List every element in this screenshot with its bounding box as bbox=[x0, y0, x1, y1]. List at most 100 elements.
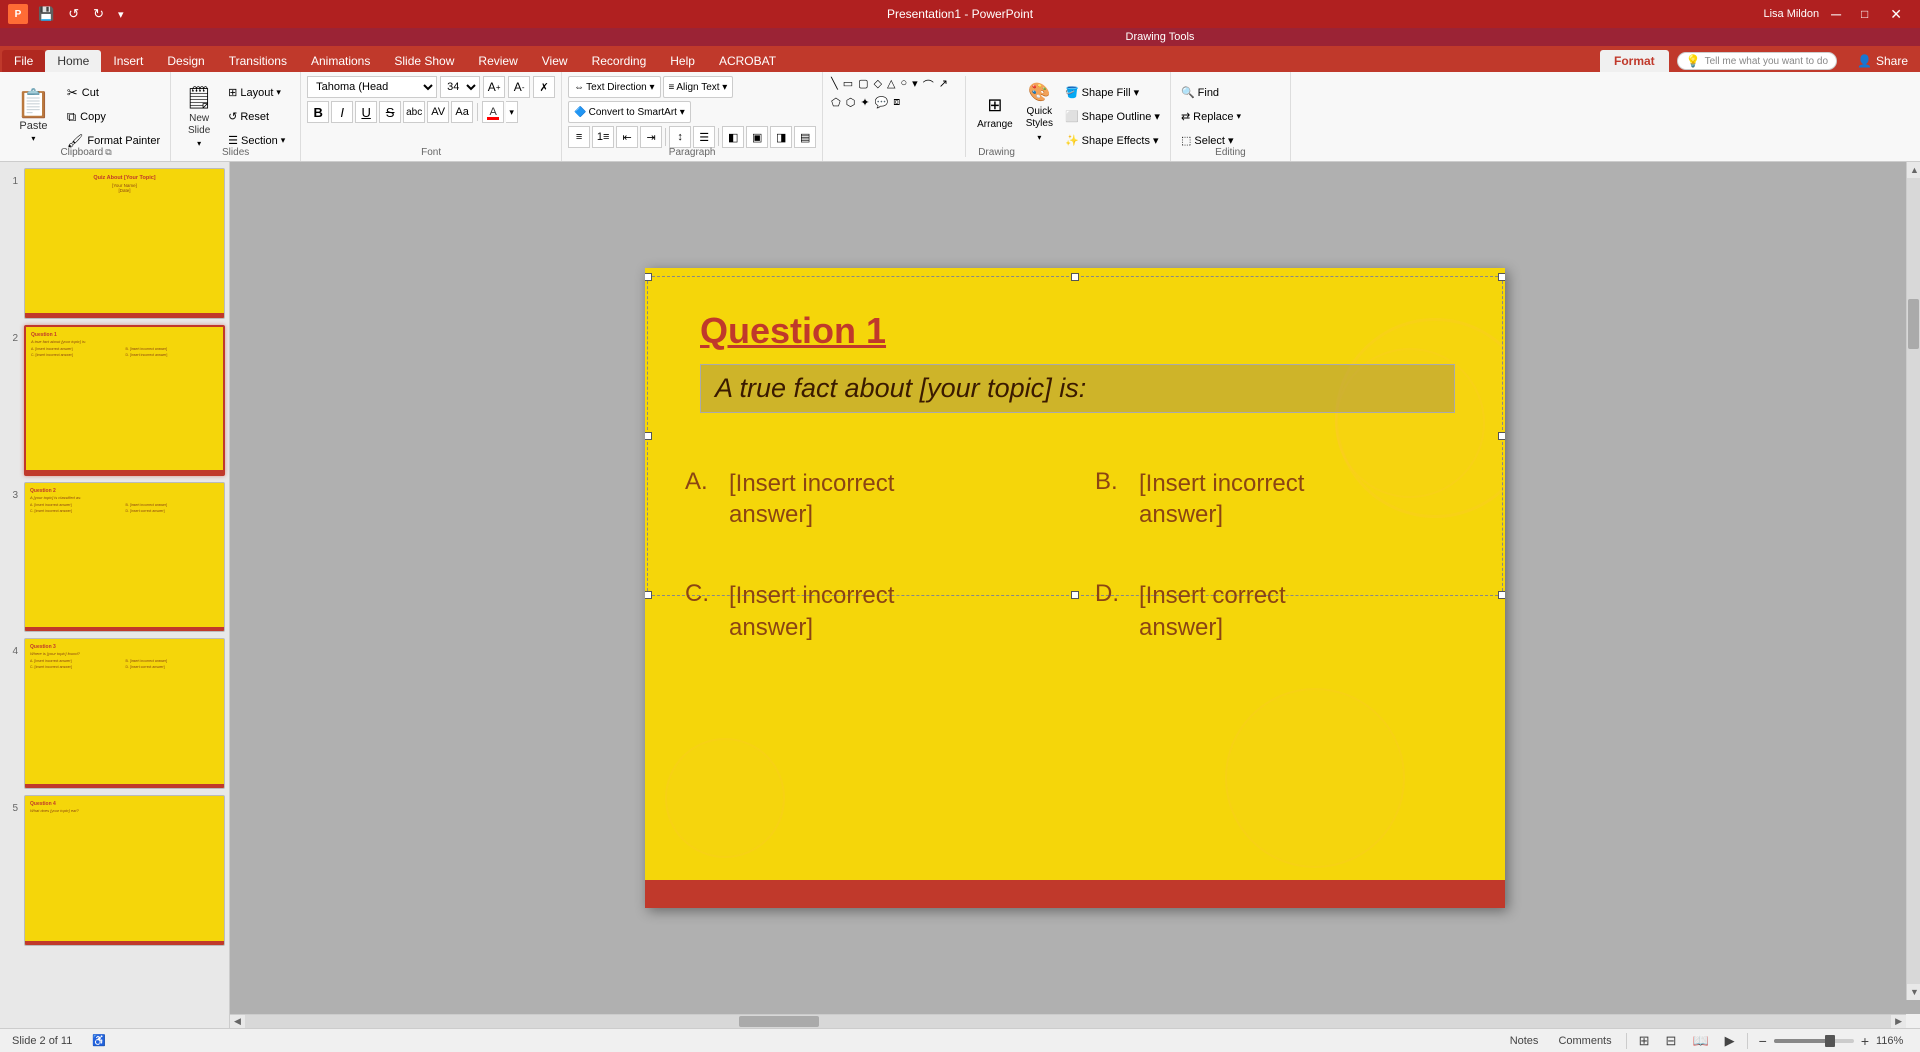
zoom-out-btn[interactable]: − bbox=[1756, 1033, 1770, 1049]
reset-btn[interactable]: ↺Reset bbox=[224, 106, 289, 128]
decrease-indent-btn[interactable]: ⇤ bbox=[616, 126, 638, 148]
decrease-font-btn[interactable]: A- bbox=[508, 76, 530, 98]
layout-btn[interactable]: ⊞Layout▾ bbox=[224, 82, 289, 104]
arrange-btn[interactable]: ⊞ Arrange bbox=[972, 76, 1018, 148]
handle-tl[interactable] bbox=[645, 273, 652, 281]
scroll-right-btn[interactable]: ▶ bbox=[1891, 1014, 1906, 1028]
reading-view-btn[interactable]: 📖 bbox=[1688, 1031, 1712, 1051]
answer-a[interactable]: A. [Insert incorrectanswer] bbox=[685, 468, 1055, 530]
scroll-thumb-h[interactable] bbox=[739, 1016, 819, 1027]
shape-outline-btn[interactable]: ⬜Shape Outline ▾ bbox=[1061, 106, 1164, 128]
tab-file[interactable]: File bbox=[2, 50, 45, 72]
scroll-thumb-v[interactable] bbox=[1908, 299, 1919, 349]
share-btn[interactable]: 👤Share bbox=[1845, 50, 1920, 72]
close-btn[interactable]: ✕ bbox=[1880, 4, 1912, 25]
tab-recording[interactable]: Recording bbox=[580, 50, 659, 72]
handle-mr[interactable] bbox=[1498, 432, 1505, 440]
numbering-btn[interactable]: 1≡ bbox=[592, 126, 614, 148]
replace-btn[interactable]: ⇄Replace▾ bbox=[1177, 106, 1245, 128]
restore-btn[interactable]: □ bbox=[1853, 5, 1876, 23]
shape-line[interactable]: ╲ bbox=[829, 76, 840, 94]
notes-btn[interactable]: Notes bbox=[1504, 1033, 1545, 1049]
shape-callout[interactable]: 💬 bbox=[873, 95, 891, 110]
quick-styles-btn[interactable]: 🎨 QuickStyles ▾ bbox=[1021, 76, 1058, 148]
shape-triangle[interactable]: △ bbox=[885, 76, 897, 94]
line-spacing-btn[interactable]: ↕ bbox=[669, 126, 691, 148]
font-color-dropdown[interactable]: ▾ bbox=[506, 101, 518, 123]
justify-btn[interactable]: ▤ bbox=[794, 126, 816, 148]
slide-thumb-2[interactable]: Question 1 A true fact about [your topic… bbox=[24, 325, 225, 476]
align-left-btn[interactable]: ◧ bbox=[722, 126, 744, 148]
shape-more2[interactable]: ⧈ bbox=[891, 95, 902, 110]
bullets-btn[interactable]: ≡ bbox=[568, 126, 590, 148]
slide-question-text-box[interactable]: A true fact about [your topic] is: bbox=[700, 364, 1455, 413]
tab-format[interactable]: Format bbox=[1600, 50, 1669, 72]
new-slide-btn[interactable]: 🗒 NewSlide ▾ bbox=[177, 81, 221, 153]
italic-btn[interactable]: I bbox=[331, 101, 353, 123]
align-center-btn[interactable]: ▣ bbox=[746, 126, 768, 148]
scroll-up-btn[interactable]: ▲ bbox=[1907, 162, 1920, 178]
answer-d[interactable]: D. [Insert correctanswer] bbox=[1095, 580, 1465, 642]
scroll-left-btn[interactable]: ◀ bbox=[230, 1014, 245, 1028]
font-color-btn[interactable]: A bbox=[482, 101, 504, 123]
tab-review[interactable]: Review bbox=[466, 50, 529, 72]
tab-view[interactable]: View bbox=[530, 50, 580, 72]
text-size-btn[interactable]: Aa bbox=[451, 101, 473, 123]
answer-c[interactable]: C. [Insert incorrectanswer] bbox=[685, 580, 1055, 642]
shape-hexagon[interactable]: ⬡ bbox=[844, 95, 858, 110]
answer-b[interactable]: B. [Insert incorrectanswer] bbox=[1095, 468, 1465, 530]
shape-pentagon[interactable]: ⬠ bbox=[829, 95, 843, 110]
shape-connector[interactable]: ↗ bbox=[937, 76, 950, 94]
bold-btn[interactable]: B bbox=[307, 101, 329, 123]
quick-undo-btn[interactable]: ↺ bbox=[64, 4, 83, 24]
tab-home[interactable]: Home bbox=[45, 50, 101, 72]
slide-thumb-3[interactable]: Question 2 A [your topic] is classified … bbox=[24, 482, 225, 633]
paste-btn[interactable]: 📋 Paste ▾ bbox=[8, 81, 59, 153]
spacing-btn[interactable]: AV bbox=[427, 101, 449, 123]
zoom-slider[interactable] bbox=[1774, 1039, 1854, 1043]
tab-insert[interactable]: Insert bbox=[101, 50, 155, 72]
tab-help[interactable]: Help bbox=[658, 50, 707, 72]
handle-tr[interactable] bbox=[1498, 273, 1505, 281]
shape-fill-btn[interactable]: 🪣Shape Fill ▾ bbox=[1061, 82, 1164, 104]
shape-star[interactable]: ✦ bbox=[858, 95, 871, 110]
copy-btn[interactable]: ⧉ Copy bbox=[63, 106, 164, 128]
shape-circle[interactable]: ○ bbox=[899, 76, 910, 94]
comments-btn[interactable]: Comments bbox=[1552, 1033, 1617, 1049]
tell-me-bar[interactable]: 💡 Tell me what you want to do bbox=[1677, 52, 1837, 70]
horizontal-scrollbar[interactable]: ◀ ▶ bbox=[230, 1014, 1906, 1028]
slidesorter-btn[interactable]: ⊟ bbox=[1662, 1031, 1681, 1051]
find-btn[interactable]: 🔍Find bbox=[1177, 82, 1245, 104]
clear-format-btn[interactable]: ✗ bbox=[533, 76, 555, 98]
scroll-down-btn[interactable]: ▼ bbox=[1907, 984, 1920, 1000]
handle-ml[interactable] bbox=[645, 432, 652, 440]
quick-save-btn[interactable]: 💾 bbox=[34, 4, 58, 24]
tab-design[interactable]: Design bbox=[155, 50, 216, 72]
tab-acrobat[interactable]: ACROBAT bbox=[707, 50, 788, 72]
quick-redo-btn[interactable]: ↻ bbox=[89, 4, 108, 24]
slideshow-btn[interactable]: ▶ bbox=[1721, 1031, 1739, 1051]
shape-diamond[interactable]: ◇ bbox=[872, 76, 884, 94]
tab-slideshow[interactable]: Slide Show bbox=[382, 50, 466, 72]
increase-indent-btn[interactable]: ⇥ bbox=[640, 126, 662, 148]
vertical-scrollbar[interactable]: ▲ ▼ bbox=[1906, 162, 1920, 1000]
increase-font-btn[interactable]: A+ bbox=[483, 76, 505, 98]
underline-btn[interactable]: U bbox=[355, 101, 377, 123]
font-name-select[interactable]: Tahoma (Head bbox=[307, 76, 437, 98]
strikethrough-btn[interactable]: S bbox=[379, 101, 401, 123]
handle-br[interactable] bbox=[1498, 591, 1505, 599]
slide-question-title[interactable]: Question 1 bbox=[700, 310, 886, 352]
shape-arc[interactable]: ⌒ bbox=[921, 76, 936, 94]
minimize-btn[interactable]: ─ bbox=[1823, 4, 1849, 24]
align-right-btn[interactable]: ◨ bbox=[770, 126, 792, 148]
slide-thumb-1[interactable]: Quiz About [Your Topic] [Your Name] [Dat… bbox=[24, 168, 225, 319]
slide-thumb-5[interactable]: Question 4 What does [your topic] eat? bbox=[24, 795, 225, 946]
align-text-btn[interactable]: ≡Align Text ▾ bbox=[663, 76, 734, 98]
normal-view-btn[interactable]: ⊞ bbox=[1635, 1031, 1654, 1051]
tab-animations[interactable]: Animations bbox=[299, 50, 382, 72]
zoom-level[interactable]: 116% bbox=[1876, 1035, 1908, 1047]
handle-bl[interactable] bbox=[645, 591, 652, 599]
quick-more-btn[interactable]: ▾ bbox=[114, 6, 128, 23]
shape-rect[interactable]: ▭ bbox=[841, 76, 855, 94]
shape-more[interactable]: ▾ bbox=[910, 76, 920, 94]
